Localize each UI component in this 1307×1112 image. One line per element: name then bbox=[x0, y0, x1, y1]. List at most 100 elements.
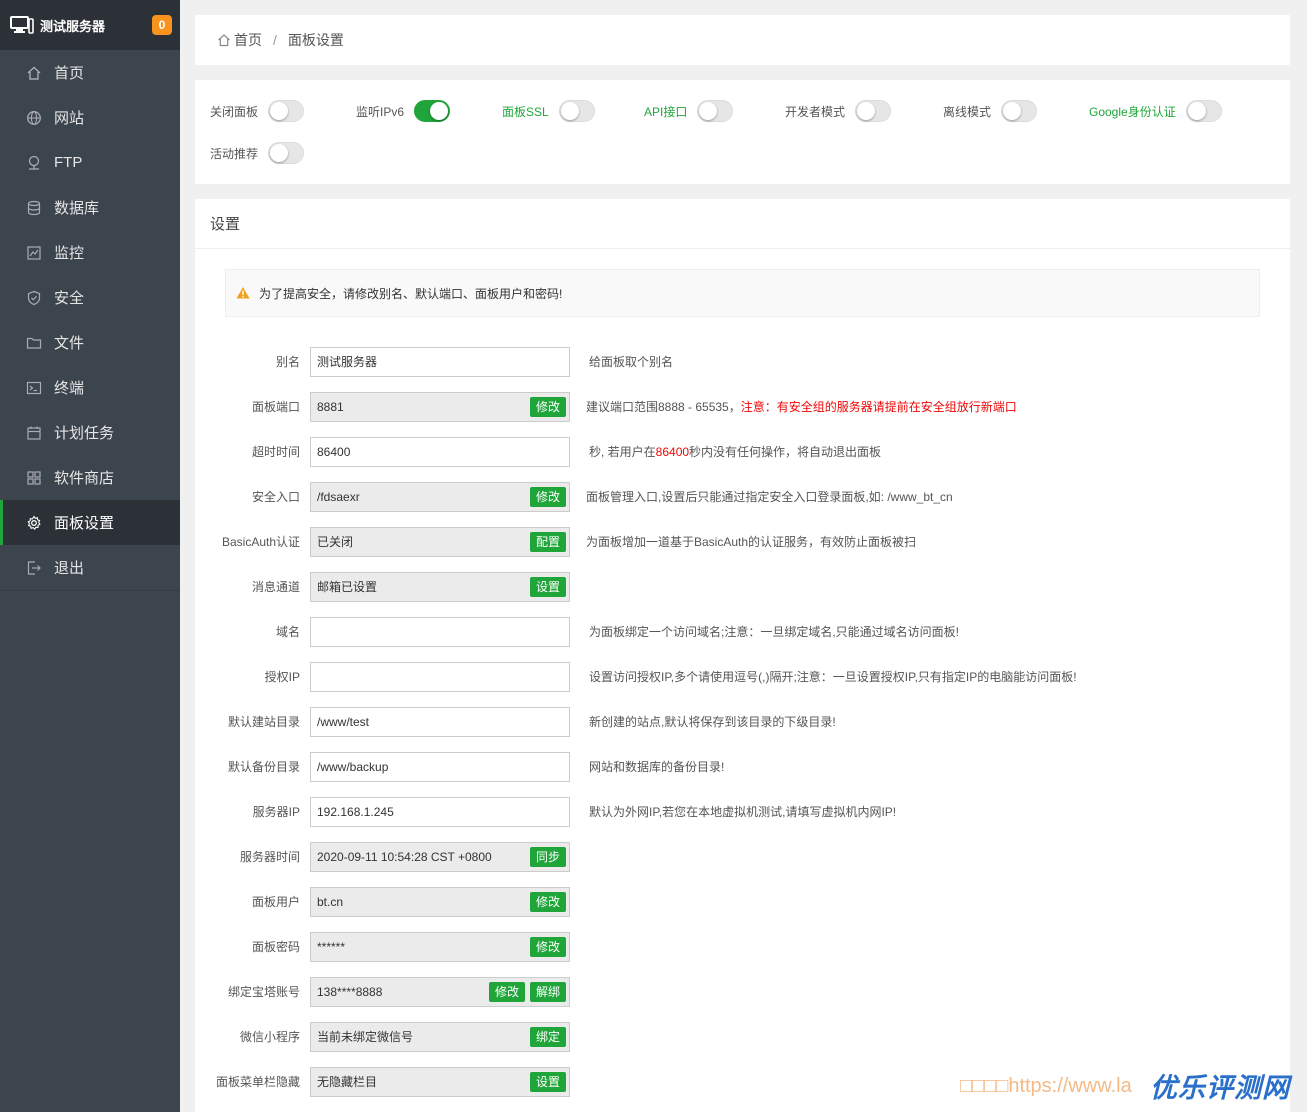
configure-basicauth-button[interactable]: 配置 bbox=[530, 532, 567, 552]
switch-label[interactable]: API接口 bbox=[644, 103, 687, 120]
field-label: 别名 bbox=[275, 355, 300, 369]
sidebar-item-label: 监控 bbox=[54, 245, 85, 262]
alias-input[interactable]: 测试服务器 bbox=[310, 347, 570, 377]
api-toggle[interactable] bbox=[697, 100, 734, 122]
field-hint: 网站和数据库的备份目录! bbox=[589, 760, 725, 774]
field-label: 超时时间 bbox=[251, 445, 300, 459]
google-auth-toggle[interactable] bbox=[1185, 100, 1222, 122]
backup-dir-input[interactable]: /www/backup bbox=[310, 752, 570, 782]
site-dir-input[interactable]: /www/test bbox=[310, 707, 570, 737]
sidebar-item-label: 数据库 bbox=[54, 200, 100, 217]
sidebar-item-label: 终端 bbox=[54, 380, 85, 397]
setting-row-timeout: 超时时间 86400 秒, 若用户在86400秒内没有任何操作，将自动退出面板 bbox=[195, 437, 1290, 467]
field-label: 面板用户 bbox=[251, 895, 300, 909]
switch-google-auth: Google身份认证 bbox=[1089, 100, 1222, 122]
switches-panel: 关闭面板 监听IPv6 面板SSL API接口 开发者模式 离线模式 Googl… bbox=[195, 80, 1290, 184]
field-hint: 为面板绑定一个访问域名;注意：一旦绑定域名,只能通过域名访问面板! bbox=[589, 625, 960, 639]
field-hint: 建议端口范围8888 - 65535，注意：有安全组的服务器请提前在安全组放行新… bbox=[586, 392, 1017, 422]
set-menu-hide-button[interactable]: 设置 bbox=[530, 1072, 567, 1092]
field-label: 微信小程序 bbox=[239, 1030, 300, 1044]
sidebar-item-ftp[interactable]: FTP bbox=[0, 140, 180, 185]
offline-toggle[interactable] bbox=[1001, 100, 1038, 122]
timeout-hint-value: 86400 bbox=[655, 445, 690, 459]
sidebar-item-terminal[interactable]: 终端 bbox=[0, 365, 180, 410]
switch-label[interactable]: Google身份认证 bbox=[1089, 103, 1176, 120]
sidebar-item-label: 网站 bbox=[54, 110, 85, 127]
setting-row-panel-user: 面板用户 bt.cn 修改 bbox=[195, 887, 1290, 917]
field-label: 面板密码 bbox=[251, 940, 300, 954]
sidebar-item-label: 计划任务 bbox=[54, 425, 115, 442]
field-label: 绑定宝塔账号 bbox=[227, 985, 300, 999]
breadcrumb-home-link[interactable]: 首页 bbox=[234, 30, 262, 50]
field-label: 面板菜单栏隐藏 bbox=[215, 1075, 300, 1089]
home-icon bbox=[218, 34, 230, 47]
set-message-channel-button[interactable]: 设置 bbox=[530, 577, 567, 597]
authorized-ip-input[interactable] bbox=[310, 662, 570, 692]
sidebar-item-security[interactable]: 安全 bbox=[0, 275, 180, 320]
field-label: 消息通道 bbox=[251, 580, 300, 594]
promotion-toggle[interactable] bbox=[268, 142, 305, 164]
watermark-url: □□□□https://www.la bbox=[960, 1074, 1132, 1097]
switch-label[interactable]: 面板SSL bbox=[502, 103, 549, 120]
sidebar-item-label: 文件 bbox=[54, 335, 85, 352]
timeout-input[interactable]: 86400 bbox=[310, 437, 570, 467]
folder-icon bbox=[26, 335, 42, 351]
settings-panel: 设置 为了提高安全，请修改别名、默认端口、面板用户和密码! 别名 测试服务器 给… bbox=[195, 199, 1290, 1112]
modify-password-button[interactable]: 修改 bbox=[530, 937, 567, 957]
ipv6-toggle[interactable] bbox=[414, 100, 451, 122]
sidebar-item-label: 首页 bbox=[54, 65, 85, 82]
setting-row-alias: 别名 测试服务器 给面板取个别名 bbox=[195, 347, 1290, 377]
sidebar-item-files[interactable]: 文件 bbox=[0, 320, 180, 365]
timeout-hint-b: 秒内没有任何操作，将自动退出面板 bbox=[689, 445, 882, 459]
setting-row-wechat: 微信小程序 当前未绑定微信号 绑定 bbox=[195, 1022, 1290, 1052]
sidebar-item-monitor[interactable]: 监控 bbox=[0, 230, 180, 275]
sidebar-item-panel-settings[interactable]: 面板设置 bbox=[0, 500, 180, 545]
sidebar-item-logout[interactable]: 退出 bbox=[0, 545, 180, 590]
sidebar-item-website[interactable]: 网站 bbox=[0, 95, 180, 140]
modify-user-button[interactable]: 修改 bbox=[530, 892, 567, 912]
field-label: 默认备份目录 bbox=[227, 760, 300, 774]
close-panel-toggle[interactable] bbox=[268, 100, 305, 122]
bind-wechat-button[interactable]: 绑定 bbox=[530, 1027, 567, 1047]
server-name: 测试服务器 bbox=[40, 18, 106, 34]
notification-badge[interactable]: 0 bbox=[152, 15, 172, 35]
home-icon bbox=[26, 65, 42, 81]
switch-label: 离线模式 bbox=[943, 104, 992, 119]
domain-input[interactable] bbox=[310, 617, 570, 647]
switch-label: 关闭面板 bbox=[210, 104, 259, 119]
sidebar-item-database[interactable]: 数据库 bbox=[0, 185, 180, 230]
switch-close-panel: 关闭面板 bbox=[210, 100, 305, 122]
warning-text: 为了提高安全，请修改别名、默认端口、面板用户和密码! bbox=[259, 286, 563, 301]
breadcrumb: 首页 / 面板设置 bbox=[195, 15, 1290, 65]
field-hint: 为面板增加一道基于BasicAuth的认证服务，有效防止面板被扫 bbox=[586, 535, 917, 549]
timeout-hint-a: 秒, 若用户在 bbox=[589, 445, 656, 459]
sync-time-button[interactable]: 同步 bbox=[530, 847, 567, 867]
developer-toggle[interactable] bbox=[855, 100, 892, 122]
apps-grid-icon bbox=[26, 470, 42, 486]
setting-row-domain: 域名 为面板绑定一个访问域名;注意：一旦绑定域名,只能通过域名访问面板! bbox=[195, 617, 1290, 647]
sidebar-item-cron[interactable]: 计划任务 bbox=[0, 410, 180, 455]
field-label: 服务器时间 bbox=[239, 850, 300, 864]
globe-icon bbox=[26, 110, 42, 126]
breadcrumb-separator: / bbox=[273, 32, 277, 48]
switch-api: API接口 bbox=[644, 100, 734, 122]
setting-row-server-ip: 服务器IP 192.168.1.245 默认为外网IP,若您在本地虚拟机测试,请… bbox=[195, 797, 1290, 827]
modify-account-button[interactable]: 修改 bbox=[489, 982, 526, 1002]
switch-developer: 开发者模式 bbox=[785, 100, 892, 122]
ssl-toggle[interactable] bbox=[558, 100, 595, 122]
sidebar: 测试服务器 0 首页 网站 FTP 数据库 监控 安全 文件 终端 计划任务 软… bbox=[0, 0, 180, 1112]
sidebar-item-store[interactable]: 软件商店 bbox=[0, 455, 180, 500]
gear-icon bbox=[26, 515, 42, 531]
modify-entry-button[interactable]: 修改 bbox=[530, 487, 567, 507]
terminal-icon bbox=[26, 380, 42, 396]
sidebar-item-label: 安全 bbox=[54, 290, 85, 307]
sidebar-item-home[interactable]: 首页 bbox=[0, 50, 180, 95]
setting-row-security-entry: 安全入口 /fdsaexr 修改 面板管理入口,设置后只能通过指定安全入口登录面… bbox=[195, 482, 1290, 512]
sidebar-item-label: FTP bbox=[54, 154, 83, 171]
unbind-account-button[interactable]: 解绑 bbox=[530, 982, 567, 1002]
setting-row-server-time: 服务器时间 2020-09-11 10:54:28 CST +0800 同步 bbox=[195, 842, 1290, 872]
field-hint: 给面板取个别名 bbox=[589, 355, 674, 369]
breadcrumb-current: 面板设置 bbox=[287, 32, 344, 48]
server-ip-input[interactable]: 192.168.1.245 bbox=[310, 797, 570, 827]
modify-port-button[interactable]: 修改 bbox=[530, 397, 567, 417]
